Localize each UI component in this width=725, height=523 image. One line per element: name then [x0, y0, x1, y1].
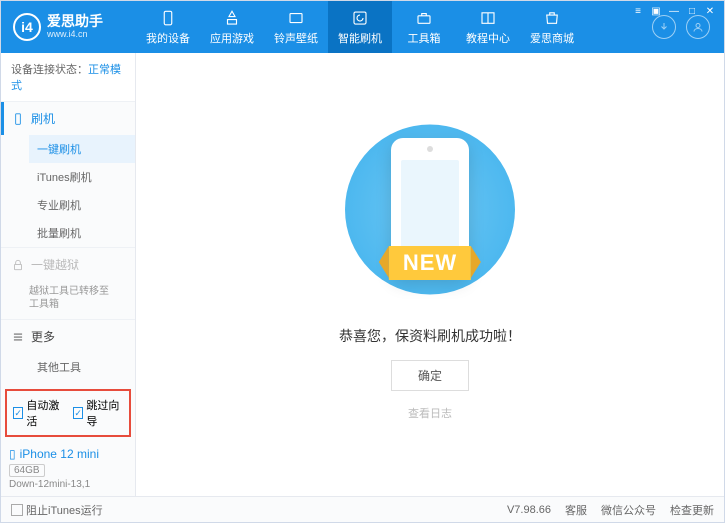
- window-controls: ≡ ▣ — □ ✕: [630, 4, 718, 18]
- skin-icon[interactable]: ▣: [648, 4, 664, 18]
- sidebar: 设备连接状态：正常模式 刷机 一键刷机 iTunes刷机 专业刷机 批量刷机: [1, 53, 136, 496]
- footer: ✓ 阻止iTunes运行 V7.98.66 客服 微信公众号 检查更新: [1, 496, 724, 522]
- device-icon: [159, 9, 177, 27]
- checkbox-auto-activate[interactable]: ✓ 自动激活: [13, 397, 63, 429]
- phone-icon: ▯: [9, 447, 16, 461]
- folder-icon: [287, 9, 305, 27]
- nav-my-device[interactable]: 我的设备: [136, 1, 200, 53]
- main-content: NEW 恭喜您，保资料刷机成功啦！ 确定 查看日志: [136, 53, 724, 496]
- nav-tutorials[interactable]: 教程中心: [456, 1, 520, 53]
- success-message: 恭喜您，保资料刷机成功啦！: [339, 326, 521, 346]
- apps-icon: [223, 9, 241, 27]
- toolbox-icon: [415, 9, 433, 27]
- sidebar-section-more[interactable]: 更多: [1, 320, 135, 353]
- titlebar-right: [652, 15, 724, 39]
- device-status: 设备连接状态：正常模式: [1, 53, 135, 102]
- status-label: 设备连接状态：: [11, 64, 88, 76]
- nav-label: 教程中心: [466, 30, 510, 46]
- device-panel: ▯ iPhone 12 mini 64GB Down-12mini-13,1: [1, 441, 135, 496]
- nav-store[interactable]: 爱思商城: [520, 1, 584, 53]
- version-label: V7.98.66: [507, 504, 551, 516]
- nav-label: 应用游戏: [210, 30, 254, 46]
- titlebar: i4 爱思助手 www.i4.cn 我的设备 应用游戏 铃声壁纸 智能刷机: [1, 1, 724, 53]
- device-model: Down-12mini-13,1: [9, 479, 127, 490]
- phone-icon: [11, 112, 25, 126]
- checkbox-label: 跳过向导: [86, 397, 123, 429]
- checkbox-label: 自动激活: [26, 397, 63, 429]
- check-icon: ✓: [13, 407, 23, 419]
- section-title: 更多: [31, 328, 55, 345]
- jailbreak-note: 越狱工具已转移至 工具箱: [1, 281, 135, 319]
- section-title: 一键越狱: [31, 256, 79, 273]
- list-icon: [11, 330, 25, 344]
- view-log-link[interactable]: 查看日志: [408, 405, 452, 421]
- sidebar-item-download-firmware[interactable]: 下载固件: [29, 381, 135, 385]
- nav-label: 智能刷机: [338, 30, 382, 46]
- minimize-button[interactable]: —: [666, 4, 682, 18]
- check-icon: ✓: [73, 407, 83, 419]
- new-banner: NEW: [389, 246, 471, 280]
- nav-toolbox[interactable]: 工具箱: [392, 1, 456, 53]
- nav-label: 工具箱: [408, 30, 441, 46]
- storage-badge: 64GB: [9, 464, 45, 477]
- download-button[interactable]: [652, 15, 676, 39]
- logo-icon: i4: [13, 13, 41, 41]
- user-button[interactable]: [686, 15, 710, 39]
- checkbox-label: 阻止iTunes运行: [26, 502, 103, 518]
- options-highlight-box: ✓ 自动激活 ✓ 跳过向导: [5, 389, 131, 437]
- success-illustration: NEW: [320, 128, 540, 308]
- device-name[interactable]: ▯ iPhone 12 mini: [9, 447, 127, 461]
- nav-ringtone-wallpaper[interactable]: 铃声壁纸: [264, 1, 328, 53]
- sidebar-item-pro-flash[interactable]: 专业刷机: [29, 191, 135, 219]
- app-subtitle: www.i4.cn: [47, 30, 103, 40]
- refresh-icon: [351, 9, 369, 27]
- checkbox-skip-wizard[interactable]: ✓ 跳过向导: [73, 397, 123, 429]
- lock-icon: [11, 258, 25, 272]
- logo-area: i4 爱思助手 www.i4.cn: [1, 13, 136, 41]
- body: 设备连接状态：正常模式 刷机 一键刷机 iTunes刷机 专业刷机 批量刷机: [1, 53, 724, 496]
- sidebar-scroll[interactable]: 刷机 一键刷机 iTunes刷机 专业刷机 批量刷机 一键越狱 越狱工具已转移至…: [1, 102, 135, 385]
- ok-button[interactable]: 确定: [391, 360, 469, 391]
- close-button[interactable]: ✕: [702, 4, 718, 18]
- app-window: i4 爱思助手 www.i4.cn 我的设备 应用游戏 铃声壁纸 智能刷机: [0, 0, 725, 523]
- sidebar-section-jailbreak[interactable]: 一键越狱: [1, 248, 135, 281]
- nav-label: 铃声壁纸: [274, 30, 318, 46]
- menu-icon[interactable]: ≡: [630, 4, 646, 18]
- book-icon: [479, 9, 497, 27]
- nav-label: 我的设备: [146, 30, 190, 46]
- checkbox-icon: ✓: [11, 504, 23, 516]
- nav-apps-games[interactable]: 应用游戏: [200, 1, 264, 53]
- sidebar-item-batch-flash[interactable]: 批量刷机: [29, 219, 135, 247]
- service-link[interactable]: 客服: [565, 502, 587, 518]
- sidebar-item-oneclick-flash[interactable]: 一键刷机: [29, 135, 135, 163]
- app-title: 爱思助手: [47, 14, 103, 29]
- top-nav: 我的设备 应用游戏 铃声壁纸 智能刷机 工具箱 教程中心: [136, 1, 652, 53]
- sidebar-item-itunes-flash[interactable]: iTunes刷机: [29, 163, 135, 191]
- nav-smart-flash[interactable]: 智能刷机: [328, 1, 392, 53]
- wechat-link[interactable]: 微信公众号: [601, 502, 656, 518]
- nav-label: 爱思商城: [530, 30, 574, 46]
- sidebar-item-other-tools[interactable]: 其他工具: [29, 353, 135, 381]
- sidebar-section-flash[interactable]: 刷机: [1, 102, 135, 135]
- checkbox-block-itunes[interactable]: ✓ 阻止iTunes运行: [11, 502, 103, 518]
- store-icon: [543, 9, 561, 27]
- check-update-link[interactable]: 检查更新: [670, 502, 714, 518]
- section-title: 刷机: [31, 110, 55, 127]
- maximize-button[interactable]: □: [684, 4, 700, 18]
